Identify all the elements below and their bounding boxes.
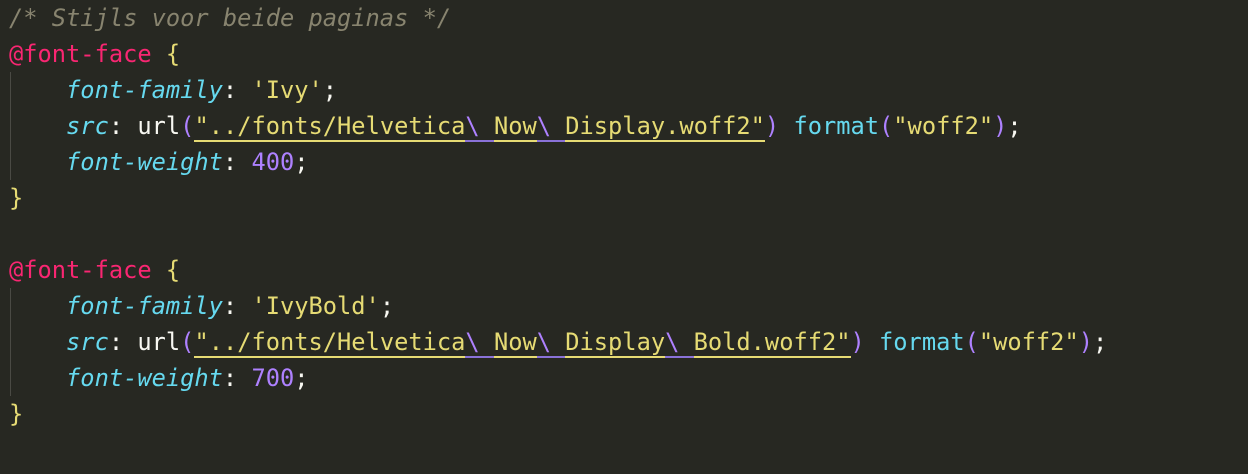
function-name: format <box>793 112 880 140</box>
function-name: url <box>137 112 181 140</box>
code-line-1: /* Stijls voor beide paginas */ <box>9 0 1248 36</box>
escape-sequence: \ <box>536 112 566 142</box>
url-string: Bold.woff2" <box>693 328 851 358</box>
indent-guide <box>10 72 11 108</box>
escape-sequence: \ <box>465 112 494 142</box>
code-line-3: font-family: 'Ivy'; <box>9 72 1248 108</box>
number-value: 700 <box>251 364 295 392</box>
url-string: Now <box>493 328 537 358</box>
string-value: "woff2" <box>978 328 1079 356</box>
indent-guide <box>10 324 11 360</box>
open-brace: { <box>165 40 181 68</box>
property-name: font-weight <box>66 148 223 176</box>
code-line-11: font-weight: 700; <box>9 360 1248 396</box>
close-brace: } <box>9 184 24 212</box>
function-name: url <box>137 328 181 356</box>
code-line-5: font-weight: 400; <box>9 144 1248 180</box>
url-string: Now <box>493 112 537 142</box>
escape-sequence: \ <box>665 328 694 358</box>
indent-guide <box>10 144 11 180</box>
code-line-12: } <box>9 396 1248 432</box>
comment: /* Stijls voor beide paginas */ <box>9 4 452 32</box>
close-brace: } <box>9 400 24 428</box>
property-name: font-family <box>66 76 223 104</box>
string-value: 'Ivy' <box>251 76 323 104</box>
code-line-4: src: url("../fonts/Helvetica\ Now\ Displ… <box>9 108 1248 144</box>
code-line-9: font-family: 'IvyBold'; <box>9 288 1248 324</box>
code-editor[interactable]: /* Stijls voor beide paginas */ @font-fa… <box>9 0 1248 474</box>
code-line-10: src: url("../fonts/Helvetica\ Now\ Displ… <box>9 324 1248 360</box>
string-value: "woff2" <box>893 112 994 140</box>
at-rule: @font-face <box>9 256 152 284</box>
property-name: src <box>66 112 109 140</box>
url-string: Display.woff2" <box>565 112 765 142</box>
code-line-6: } <box>9 180 1248 216</box>
indent-guide <box>10 360 11 396</box>
property-name: src <box>66 328 109 356</box>
code-line-8: @font-face { <box>9 252 1248 288</box>
indent-guide <box>10 108 11 144</box>
escape-sequence: \ <box>465 328 494 358</box>
string-value: 'IvyBold' <box>251 292 380 320</box>
url-string: "../fonts/Helvetica <box>194 112 466 142</box>
url-string: "../fonts/Helvetica <box>194 328 466 358</box>
property-name: font-weight <box>66 364 223 392</box>
indent-guide <box>10 288 11 324</box>
open-brace: { <box>165 256 181 284</box>
function-name: format <box>879 328 965 356</box>
escape-sequence: \ <box>536 328 566 358</box>
url-string: Display <box>565 328 666 358</box>
at-rule: @font-face <box>9 40 152 68</box>
property-name: font-family <box>66 292 223 320</box>
code-line-2: @font-face { <box>9 36 1248 72</box>
number-value: 400 <box>251 148 295 176</box>
